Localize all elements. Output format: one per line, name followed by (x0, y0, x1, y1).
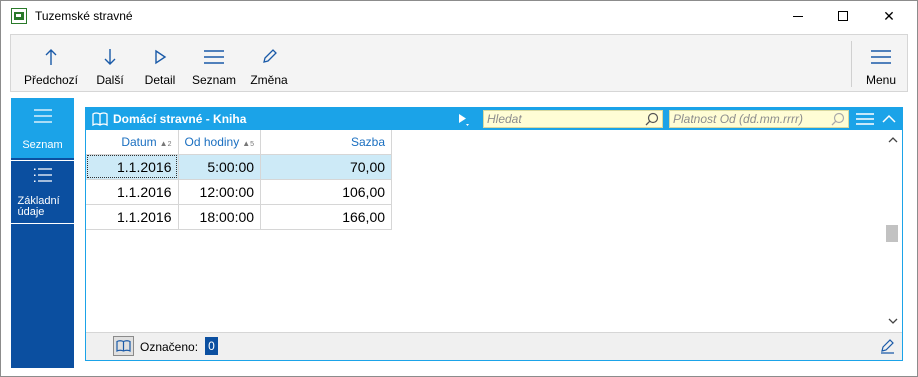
toolbar: Předchozí Další Detail Seznam Změna Menu (10, 34, 908, 92)
arrow-down-icon (103, 45, 117, 69)
sort-asc-icon: ▲ (159, 138, 168, 148)
toolbar-separator (851, 41, 852, 87)
detail-button[interactable]: Detail (139, 35, 181, 91)
chevron-up-icon[interactable] (878, 108, 900, 130)
maximize-icon (838, 11, 848, 21)
sort-index: 5 (250, 140, 255, 148)
list-icon (203, 45, 225, 69)
table-row[interactable]: 1.1.2016 5:00:00 70,00 (86, 154, 393, 180)
vertical-scrollbar[interactable] (883, 130, 902, 330)
marked-count-badge: 0 (205, 337, 218, 355)
column-header-sazba[interactable]: Sazba (260, 130, 393, 155)
table-row[interactable]: 1.1.2016 12:00:00 106,00 (86, 179, 393, 205)
search-input[interactable] (484, 111, 662, 127)
panel-title: Domácí stravné - Kniha (113, 112, 247, 126)
list-button[interactable]: Seznam (189, 35, 239, 91)
minimize-icon (793, 15, 803, 17)
cell-sazba[interactable]: 70,00 (260, 154, 393, 180)
cell-datum[interactable]: 1.1.2016 (86, 204, 179, 230)
book-icon (116, 340, 131, 352)
cell-od-hodiny[interactable]: 18:00:00 (178, 204, 262, 230)
cell-datum[interactable]: 1.1.2016 (86, 179, 179, 205)
menu-button[interactable]: Menu (859, 35, 903, 91)
detail-label: Detail (144, 73, 176, 87)
title-bar: Tuzemské stravné ✕ (1, 1, 917, 32)
column-header-label: Datum (121, 134, 157, 149)
marked-label: Označeno: (140, 340, 199, 354)
nav-item-seznam-label: Seznam (22, 139, 63, 151)
date-filter-field[interactable] (669, 110, 849, 128)
column-header-od-hodiny[interactable]: Od hodiny ▲5 (178, 130, 262, 155)
left-nav: Seznam Základní údaje (11, 98, 74, 368)
table-header-row: Datum ▲2 Od hodiny ▲5 Sazba (86, 130, 393, 155)
window-title: Tuzemské stravné (35, 9, 133, 23)
cell-sazba[interactable]: 106,00 (260, 179, 393, 205)
maximize-button[interactable] (820, 1, 866, 31)
nav-item-seznam[interactable]: Seznam (11, 98, 74, 158)
minimize-button[interactable] (775, 1, 821, 31)
column-header-label: Od hodiny (184, 134, 240, 149)
cell-od-hodiny[interactable]: 12:00:00 (178, 179, 262, 205)
table-row[interactable]: 1.1.2016 18:00:00 166,00 (86, 204, 393, 230)
scroll-down-icon[interactable] (883, 314, 902, 328)
search-field[interactable] (483, 110, 663, 128)
nav-item-zakladni-udaje-label: Základní údaje (17, 195, 60, 218)
nav-divider (11, 223, 74, 224)
scroll-up-icon[interactable] (883, 132, 902, 146)
previous-label: Předchozí (23, 73, 79, 87)
cell-sazba[interactable]: 166,00 (260, 204, 393, 230)
list-label: Seznam (191, 73, 237, 87)
sort-index: 2 (167, 140, 172, 148)
column-header-datum[interactable]: Datum ▲2 (86, 130, 179, 155)
pencil-icon (261, 45, 277, 69)
data-table: Datum ▲2 Od hodiny ▲5 Sazba 1.1.2016 5:00:… (86, 130, 393, 230)
sort-asc-icon: ▲ (242, 138, 251, 148)
content-panel: Domácí stravné - Kniha Hledat Platnost O… (85, 107, 903, 361)
search-icon[interactable] (645, 112, 659, 129)
date-filter-input[interactable] (670, 111, 848, 127)
scrollbar-thumb[interactable] (886, 225, 898, 242)
play-icon[interactable] (458, 113, 470, 130)
arrow-up-icon (44, 45, 58, 69)
cell-datum[interactable]: 1.1.2016 (86, 154, 179, 180)
next-button[interactable]: Další (90, 35, 130, 91)
nav-item-zakladni-udaje[interactable]: Základní údaje (11, 161, 74, 223)
app-logo-icon (11, 8, 27, 24)
panel-footer: Označeno: 0 (86, 332, 902, 360)
edit-label: Změna (250, 73, 288, 87)
book-icon (92, 112, 108, 129)
previous-button[interactable]: Předchozí (15, 35, 87, 91)
menu-label: Menu (865, 73, 897, 87)
list-icon (33, 109, 53, 126)
close-button[interactable]: ✕ (866, 1, 912, 31)
cell-od-hodiny[interactable]: 5:00:00 (178, 154, 262, 180)
panel-menu-icon[interactable] (856, 112, 874, 129)
book-view-button[interactable] (113, 336, 134, 356)
next-label: Další (96, 73, 124, 87)
hamburger-icon (870, 45, 892, 69)
edit-pencil-icon[interactable] (880, 339, 895, 357)
play-outline-icon (153, 45, 167, 69)
panel-header: Domácí stravné - Kniha (86, 108, 902, 130)
close-icon: ✕ (883, 7, 895, 24)
column-header-label: Sazba (351, 134, 386, 149)
app-window: Tuzemské stravné ✕ Předchozí Další Detai… (0, 0, 918, 377)
bulleted-list-icon (33, 168, 53, 185)
search-icon[interactable] (831, 112, 845, 129)
edit-button[interactable]: Změna (246, 35, 292, 91)
